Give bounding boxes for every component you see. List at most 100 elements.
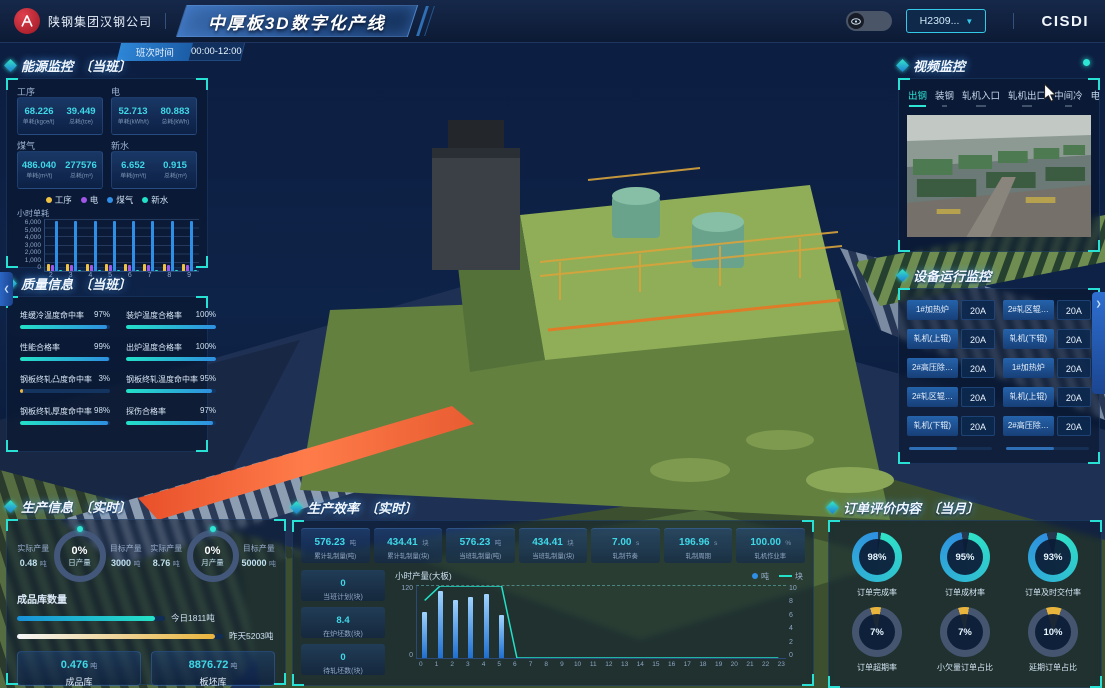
bar (70, 265, 73, 271)
quality-item: 堆缓冷温度命中率97% (20, 310, 110, 329)
divider (1013, 13, 1014, 29)
left-panel-handle[interactable]: ❮ (0, 272, 13, 306)
stat-card: 434.41 块累计轧制量(块) (374, 528, 443, 563)
y-tick: 6 (789, 612, 805, 619)
equipment-label: 2#高压除… (1003, 416, 1054, 436)
diamond-icon (896, 59, 909, 72)
hourly-chart-right-axis: 10 8 6 4 2 0 (786, 585, 805, 659)
tab-electric-heating[interactable]: 电加热 (1091, 88, 1099, 107)
y-tick: 2 (789, 639, 805, 646)
equipment-row: 2#高压除…20A 1#加热炉20A (899, 358, 1099, 378)
equipment-label: 2#轧区辊… (1003, 300, 1054, 320)
energy-bar-chart: 6,000 5,000 4,000 3,000 2,000 1,000 0 (7, 219, 207, 272)
top-bar: 陕钢集团汉钢公司 中厚板3D数字化产线 H2309... ▼ CISDI (0, 0, 1105, 43)
bar (151, 221, 154, 271)
legend-label: 电 (90, 194, 99, 206)
cctv-video-feed[interactable] (907, 115, 1091, 237)
energy-card-water: 新水 6.652单耗(m³/t) 0.915总耗(m³) (111, 139, 197, 191)
scrollbar-thumb[interactable] (909, 447, 957, 450)
legend-label: 吨 (761, 571, 769, 582)
panel-title-text: 生产信息 (21, 497, 73, 516)
legend-dot (142, 197, 148, 203)
quality-item: 钢板终轧凸度命中率3% (20, 374, 110, 393)
hourly-chart-xaxis: 01234567891011121314151617181920212223 (413, 661, 805, 668)
bar-group (66, 219, 81, 271)
equipment-label: 轧机(下辊) (907, 416, 958, 436)
panel-title-text: 质量信息 (21, 274, 73, 293)
bar (128, 265, 131, 271)
energy-value: 6.652 (121, 160, 145, 171)
y-tick: 5,000 (15, 227, 41, 234)
quality-panel-title: 质量信息 〔当班〕 (6, 274, 208, 292)
bar (190, 221, 193, 271)
x-tick: 2 (444, 661, 460, 668)
company-logo-icon (14, 8, 40, 34)
diamond-icon (290, 501, 303, 514)
decor-stripe (416, 6, 429, 36)
equipment-value: 20A (961, 416, 995, 436)
progress-fill (126, 421, 213, 425)
tab-intermediate-cooling[interactable]: 中间冷 (1054, 88, 1083, 107)
legend-label: 块 (795, 571, 803, 582)
energy-card-name: 电 (111, 85, 197, 97)
visibility-toggle[interactable] (846, 11, 892, 31)
bar (167, 265, 170, 271)
quality-item: 出炉温度合格率100% (126, 342, 216, 361)
legend-label: 工序 (55, 194, 72, 206)
quality-item: 装炉温度合格率100% (126, 310, 216, 329)
page-title: 中厚板3D数字化产线 (176, 5, 418, 37)
efficiency-panel-body: 576.23 吨累计轧制量(吨) 434.41 块累计轧制量(块) 576.23… (292, 520, 814, 686)
monthly-output-gauge: 0%月产量 (187, 530, 239, 582)
y-tick: 0 (789, 652, 805, 659)
tab-charging[interactable]: 装钢 (935, 88, 954, 107)
progress-fill (20, 357, 109, 361)
diamond-icon (4, 500, 17, 513)
tab-mill-exit[interactable]: 轧机出口 (1008, 88, 1046, 107)
x-tick: 20 (726, 661, 742, 668)
equipment-value: 20A (1057, 387, 1091, 407)
x-tick: 6 (507, 661, 523, 668)
x-tick: 21 (742, 661, 758, 668)
bar (66, 264, 69, 271)
collapse-dot-button[interactable] (1083, 59, 1090, 66)
video-panel: 视频监控 出钢 装钢 轧机入口 轧机出口 中间冷 电加热 (898, 56, 1100, 250)
tab-mill-entry[interactable]: 轧机入口 (962, 88, 1000, 107)
bar-group (182, 219, 197, 271)
panel-title-scope: 〔实时〕 (79, 497, 131, 516)
bar (132, 221, 135, 271)
daily-output-gauge: 0%日产量 (54, 530, 106, 582)
x-tick: 18 (695, 661, 711, 668)
progress-fill (17, 616, 155, 621)
production-panel-body: 实际产量0.48 吨 0%日产量 目标产量3000 吨 实际产量8.76 吨 0… (6, 519, 286, 685)
slab-store-card: 8876.72吨 板坯库 (151, 651, 275, 686)
legend-dot (107, 197, 113, 203)
energy-card-name: 工序 (17, 85, 103, 97)
bar (136, 270, 139, 271)
bar (147, 265, 150, 271)
equipment-value: 20A (961, 358, 995, 378)
donut-gauge: 7% (940, 607, 990, 657)
bar (78, 270, 81, 271)
bar (182, 264, 185, 271)
donut-cell: 95%订单成材率 (940, 532, 990, 598)
shift-select-dropdown[interactable]: H2309... ▼ (906, 9, 986, 33)
y-tick: 6,000 (15, 219, 41, 226)
equipment-label: 轧机(上辊) (1003, 387, 1054, 407)
finished-store-card: 0.476吨 成品库 (17, 651, 141, 686)
y-tick: 0 (15, 264, 41, 271)
energy-card-electricity: 电 52.713单耗(kWh/t) 80.883总耗(kWh) (111, 85, 197, 137)
progress-fill (126, 389, 212, 393)
efficiency-panel: 生产效率 〔实时〕 576.23 吨累计轧制量(吨) 434.41 块累计轧制量… (292, 498, 814, 686)
bar-group (143, 219, 158, 271)
panel-title-text: 能源监控 (21, 56, 73, 75)
x-tick: 8 (538, 661, 554, 668)
bar (155, 270, 158, 271)
x-tick: 17 (679, 661, 695, 668)
tab-tapping[interactable]: 出钢 (908, 88, 927, 107)
right-panel-handle[interactable]: ❯ (1092, 292, 1105, 394)
diamond-icon (4, 59, 17, 72)
scrollbar-thumb[interactable] (1006, 447, 1054, 450)
dashboard: 陕钢集团汉钢公司 中厚板3D数字化产线 H2309... ▼ CISDI 能源监… (0, 0, 1105, 688)
quality-panel: 质量信息 〔当班〕 堆缓冷温度命中率97% 装炉温度合格率100% 性能合格率9… (6, 274, 208, 452)
donut-gauge: 7% (852, 607, 902, 657)
